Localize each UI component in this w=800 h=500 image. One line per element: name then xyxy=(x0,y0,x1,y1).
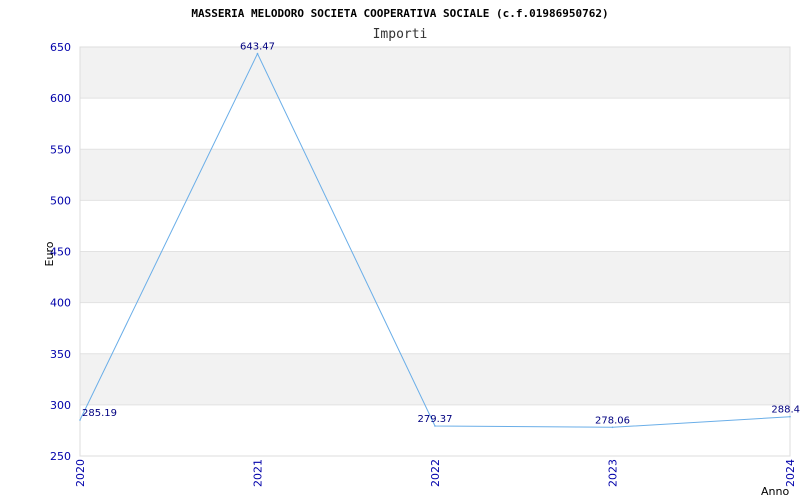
y-tick-label: 650 xyxy=(50,41,71,54)
data-label: 279.37 xyxy=(418,414,453,425)
y-axis-label: Euro xyxy=(43,241,56,266)
x-tick-label: 2023 xyxy=(607,459,620,487)
data-label: 288.4 xyxy=(771,405,800,416)
x-tick-label: 2022 xyxy=(429,459,442,487)
data-point xyxy=(434,425,436,427)
y-tick-label: 400 xyxy=(50,297,71,310)
x-tick-label: 2021 xyxy=(252,459,265,487)
data-point xyxy=(789,415,791,418)
chart-subtitle: Importi xyxy=(373,27,428,42)
y-tick-label: 550 xyxy=(50,143,71,156)
plot-band xyxy=(80,404,790,456)
plot-band xyxy=(80,47,790,99)
plot-band xyxy=(80,353,790,405)
y-tick-label: 300 xyxy=(50,399,71,412)
chart-title: MASSERIA MELODORO SOCIETA COOPERATIVA SO… xyxy=(191,7,608,20)
x-tick-label: 2024 xyxy=(784,459,797,487)
y-tick-label: 350 xyxy=(50,348,71,361)
plot-band xyxy=(80,251,790,303)
plot-band xyxy=(80,200,790,252)
x-tick-label: 2020 xyxy=(74,459,87,487)
y-tick-label: 600 xyxy=(50,92,71,105)
y-tick-label: 250 xyxy=(50,450,71,463)
data-label: 643.47 xyxy=(240,42,275,53)
data-point xyxy=(611,426,614,429)
line-chart: MASSERIA MELODORO SOCIETA COOPERATIVA SO… xyxy=(43,7,800,498)
data-point xyxy=(79,419,81,421)
y-tick-label: 500 xyxy=(50,194,71,207)
plot-band xyxy=(80,302,790,354)
plot-band xyxy=(80,98,790,150)
x-axis-ticks: 2020 2021 2022 2023 2024 xyxy=(74,459,797,487)
data-label: 278.06 xyxy=(595,415,630,426)
x-axis-label: Anno xyxy=(761,485,789,498)
plot-band xyxy=(80,149,790,201)
data-point xyxy=(256,52,259,55)
data-label: 285.19 xyxy=(82,408,117,419)
